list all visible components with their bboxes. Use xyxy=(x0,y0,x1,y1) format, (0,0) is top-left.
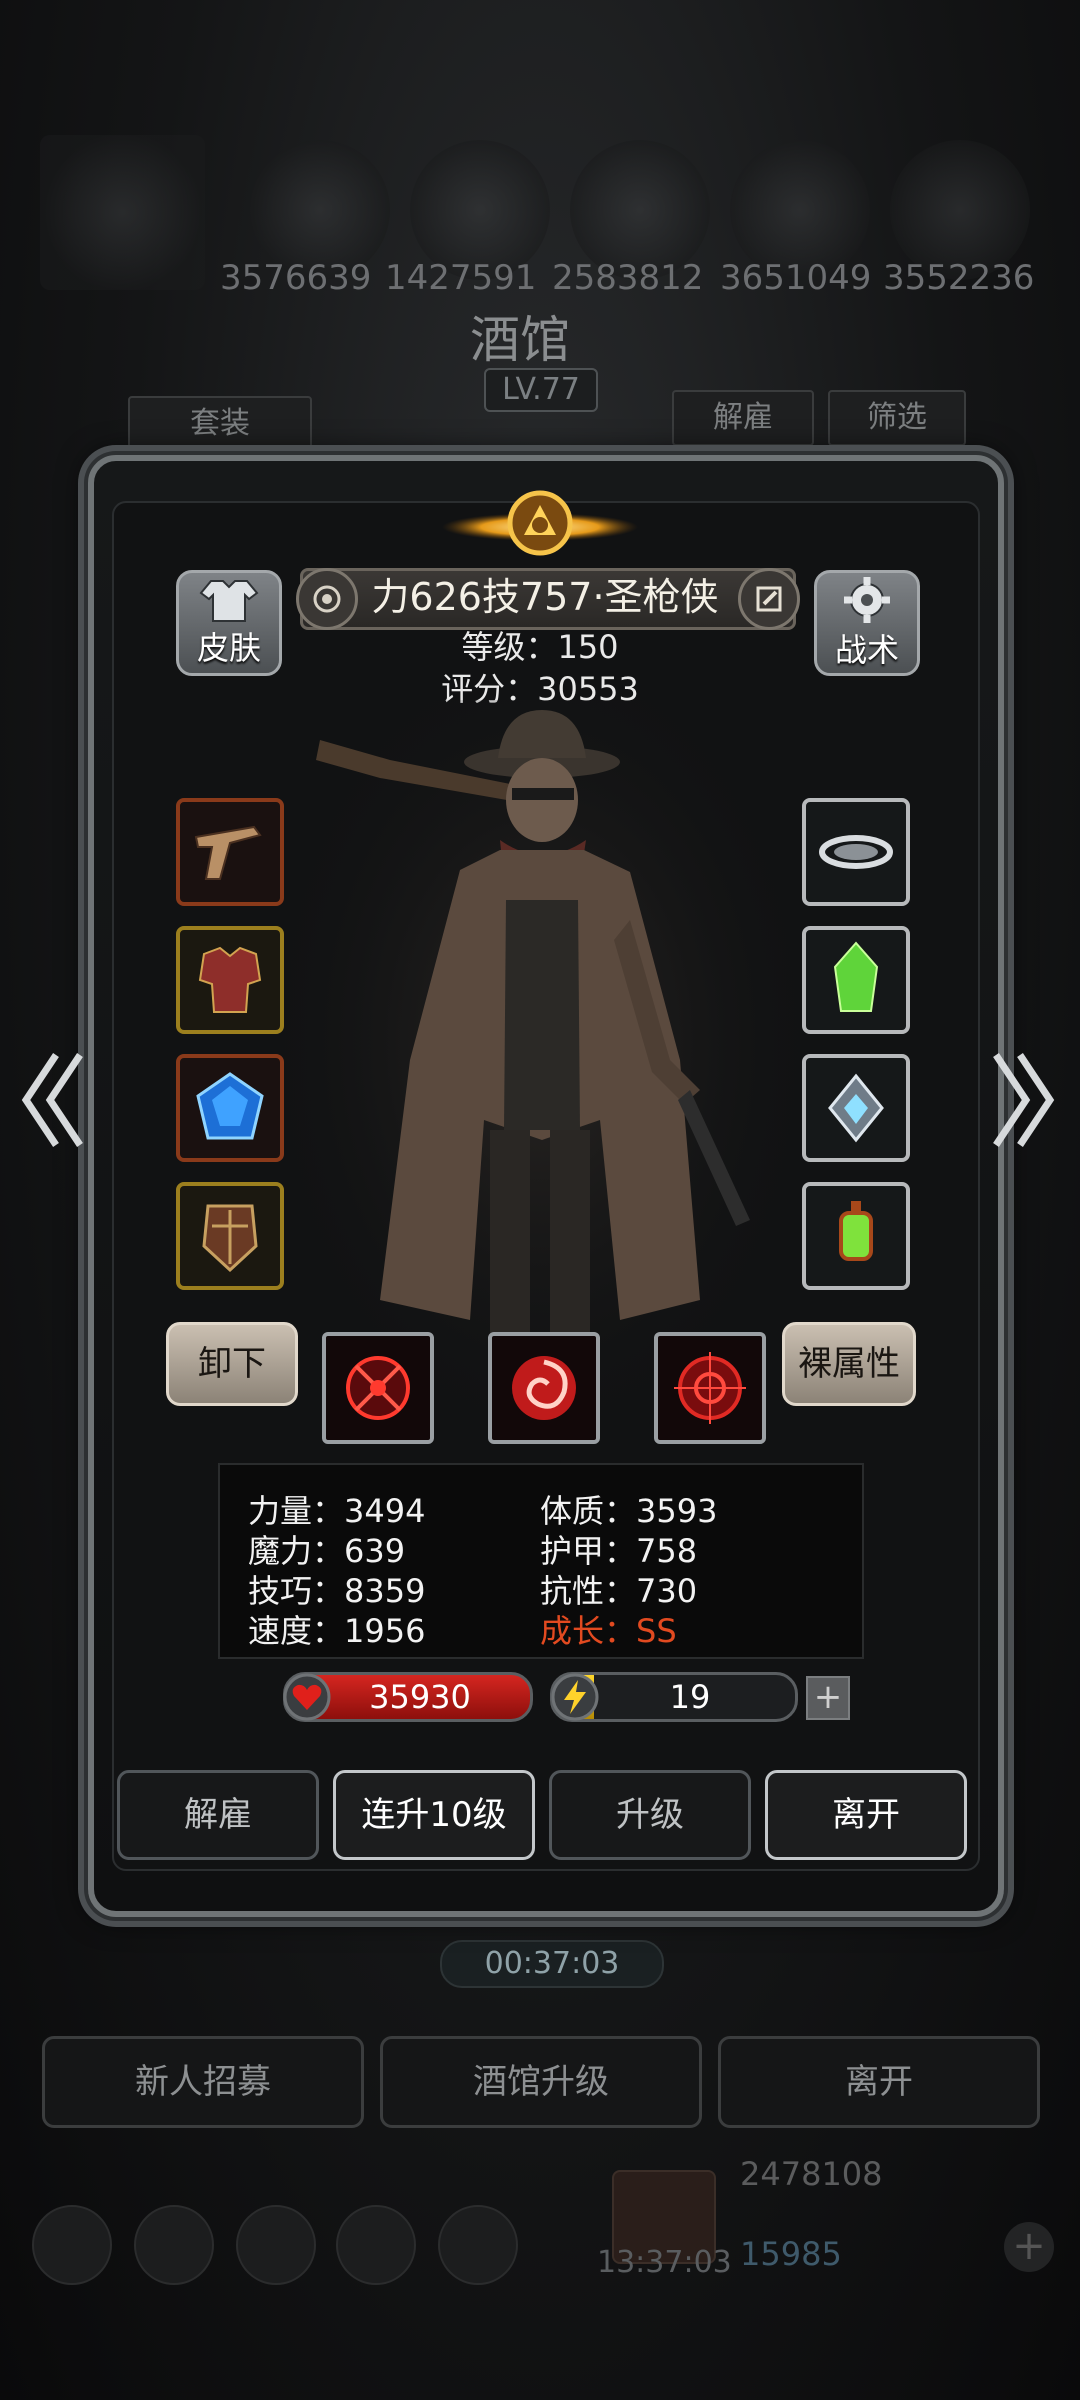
crosshair-skill-icon xyxy=(346,1356,410,1420)
silver-amulet-icon xyxy=(828,1073,884,1143)
menu-icon[interactable] xyxy=(336,2205,416,2285)
green-crystal-icon xyxy=(833,941,879,1012)
shield-slot[interactable] xyxy=(176,1182,284,1290)
new-recruit-button[interactable]: 新人招募 xyxy=(42,2036,364,2128)
weapon-slot[interactable] xyxy=(176,798,284,906)
energy-value: 19 xyxy=(669,1678,711,1716)
blue-gem-icon xyxy=(196,1072,264,1140)
base-attributes-button[interactable]: 裸属性 xyxy=(782,1322,916,1406)
resource-value: 3576639 xyxy=(220,258,372,298)
hero-name: 力626技757·圣枪侠 xyxy=(371,575,719,619)
next-hero-arrow-icon[interactable] xyxy=(990,1045,1060,1155)
tactics-label: 战术 xyxy=(834,631,899,669)
growth-stat: 成长：SS xyxy=(540,1612,677,1650)
tactics-button[interactable]: 战术 xyxy=(814,570,920,676)
previous-hero-arrow-icon[interactable] xyxy=(16,1045,86,1155)
leave-dialog-button[interactable]: 离开 xyxy=(765,1770,967,1860)
level-up-button[interactable]: 升级 xyxy=(549,1770,751,1860)
menu-icon[interactable] xyxy=(134,2205,214,2285)
skill-slot[interactable] xyxy=(322,1332,434,1444)
hero-level: 等级：150 xyxy=(461,628,619,666)
gem-amount: 15985 xyxy=(740,2235,842,2273)
unequip-button[interactable]: 卸下 xyxy=(166,1322,298,1406)
hero-portrait-slot xyxy=(40,135,205,290)
skin-button[interactable]: 皮肤 xyxy=(176,570,282,676)
add-icon[interactable]: + xyxy=(1004,2222,1054,2272)
tavern-upgrade-button[interactable]: 酒馆升级 xyxy=(380,2036,702,2128)
skill-slot[interactable] xyxy=(488,1332,600,1444)
crimson-armor-icon xyxy=(198,946,262,1013)
gear-icon xyxy=(844,577,890,623)
menu-icon[interactable] xyxy=(236,2205,316,2285)
green-lantern-icon xyxy=(839,1201,873,1261)
rank-badge-icon[interactable] xyxy=(296,568,358,630)
vortex-skill-icon xyxy=(512,1356,576,1420)
hp-value: 35930 xyxy=(369,1678,471,1716)
flintlock-pistol-icon xyxy=(194,825,262,880)
crystal-slot[interactable] xyxy=(802,926,910,1034)
resource-value: 3552236 xyxy=(883,258,1035,298)
menu-icon[interactable] xyxy=(438,2205,518,2285)
tavern-title: 酒馆 xyxy=(470,311,570,369)
leave-tavern-button[interactable]: 离开 xyxy=(718,2036,1040,2128)
resource-value: 1427591 xyxy=(385,258,537,298)
speed-stat: 速度：1956 xyxy=(248,1612,426,1650)
lantern-slot[interactable] xyxy=(802,1182,910,1290)
heart-icon xyxy=(283,1673,331,1721)
lightning-icon xyxy=(551,1673,599,1721)
resource-value: 3651049 xyxy=(720,258,872,298)
dismiss-hero-button[interactable]: 解雇 xyxy=(117,1770,319,1860)
rank-emblem-icon xyxy=(442,490,638,556)
gem-slot[interactable] xyxy=(176,1054,284,1162)
dismiss-tab[interactable]: 解雇 xyxy=(672,390,814,446)
armor-slot[interactable] xyxy=(176,926,284,1034)
gold-amount: 2478108 xyxy=(740,2155,883,2193)
filter-tab[interactable]: 筛选 xyxy=(828,390,966,446)
level-up-10-button[interactable]: 连升10级 xyxy=(333,1770,535,1860)
storm-cloud-ring-icon xyxy=(819,835,893,869)
add-energy-button[interactable]: + xyxy=(806,1676,850,1720)
clock: 13:37:03 xyxy=(597,2245,732,2280)
target-skill-icon xyxy=(674,1352,746,1424)
rune-shield-icon xyxy=(202,1204,258,1273)
menu-icon[interactable] xyxy=(32,2205,112,2285)
rename-edit-icon[interactable] xyxy=(738,568,800,630)
shirt-icon xyxy=(199,580,259,622)
recruit-timer: 00:37:03 xyxy=(440,1940,664,1988)
skill-slot[interactable] xyxy=(654,1332,766,1444)
amulet-slot[interactable] xyxy=(802,1054,910,1162)
resource-value: 2583812 xyxy=(552,258,704,298)
skin-label: 皮肤 xyxy=(196,629,261,667)
ring-slot[interactable] xyxy=(802,798,910,906)
tavern-level: LV.77 xyxy=(484,368,598,412)
set-tab[interactable]: 套装 xyxy=(128,396,312,452)
